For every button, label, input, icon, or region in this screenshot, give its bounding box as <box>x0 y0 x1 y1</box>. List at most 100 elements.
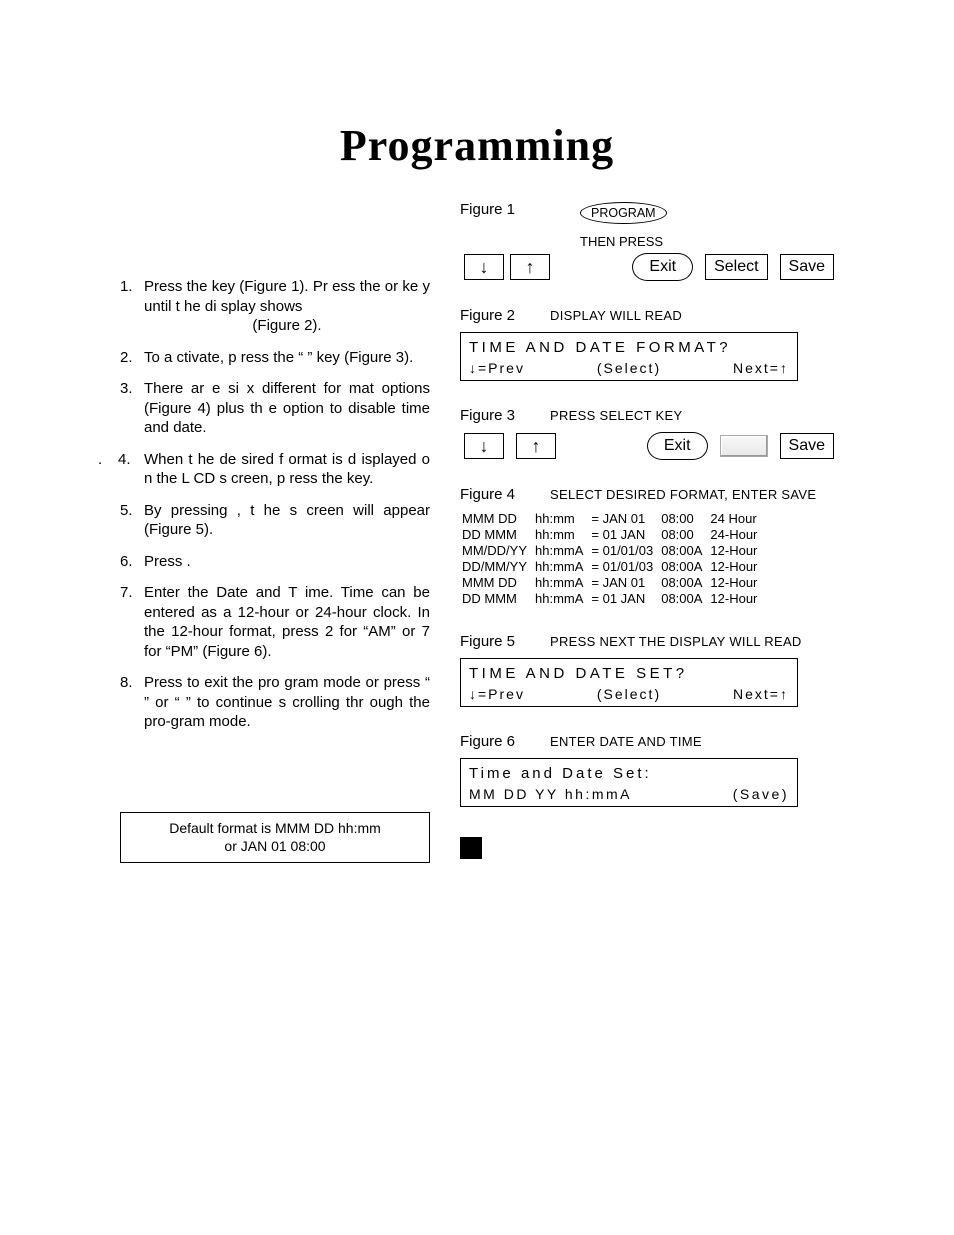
step-2-text: To a ctivate, p ress the “ ” key (Figure… <box>144 348 430 368</box>
lcd5-prev: ↓=Prev <box>469 686 525 702</box>
step-7-text: Enter the Date and T ime. Time can be en… <box>144 583 430 661</box>
down-arrow-button-icon: ↓ <box>464 254 504 280</box>
format-cell: 12-Hour <box>710 591 765 607</box>
select-placeholder-icon <box>720 435 768 457</box>
figure-5-label: Figure 5 <box>460 633 550 650</box>
figure-4-label: Figure 4 <box>460 486 550 503</box>
table-row: MMM DDhh:mmA= JAN 0108:00A12-Hour <box>462 575 765 591</box>
format-cell: MMM DD <box>462 511 535 527</box>
step-8-text: Press to exit the pro gram mode or press… <box>144 673 430 732</box>
format-cell: = 01/01/03 <box>591 543 661 559</box>
table-row: MMM DDhh:mm= JAN 0108:0024 Hour <box>462 511 765 527</box>
format-cell: MM/DD/YY <box>462 543 535 559</box>
exit-button-icon: Exit <box>647 432 708 460</box>
format-cell: = JAN 01 <box>591 511 661 527</box>
figure-3-caption: PRESS SELECT KEY <box>550 408 682 423</box>
table-row: DD/MM/YYhh:mmA= 01/01/0308:00A12-Hour <box>462 559 765 575</box>
format-cell: 08:00 <box>661 527 710 543</box>
lcd2-prev: ↓=Prev <box>469 360 525 376</box>
figure-3-label: Figure 3 <box>460 407 550 424</box>
format-cell: hh:mmA <box>535 543 591 559</box>
figure-4-caption: SELECT DESIRED FORMAT, ENTER SAVE <box>550 487 816 502</box>
format-cell: DD/MM/YY <box>462 559 535 575</box>
note-line1: Default format is MMM DD hh:mm <box>133 819 417 838</box>
format-cell: 08:00A <box>661 575 710 591</box>
figure-1: Figure 1 PROGRAM THEN PRESS ↓ ↑ Exit Sel… <box>460 201 834 281</box>
figure-1-label: Figure 1 <box>460 201 580 218</box>
figure-5-caption: PRESS NEXT THE DISPLAY WILL READ <box>550 634 802 649</box>
step-1: 1. Press the key (Figure 1). Pr ess the … <box>120 277 430 336</box>
figure-5: Figure 5 PRESS NEXT THE DISPLAY WILL REA… <box>460 633 834 707</box>
manual-page: Programming 1. Press the key (Figure 1).… <box>0 0 954 923</box>
step-4: . 4. When t he de sired f ormat is d isp… <box>98 450 430 489</box>
format-cell: = JAN 01 <box>591 575 661 591</box>
up-arrow-button-icon: ↑ <box>510 254 550 280</box>
page-title: Programming <box>120 120 834 171</box>
figure-6: Figure 6 ENTER DATE AND TIME Time and Da… <box>460 733 834 807</box>
format-cell: MMM DD <box>462 575 535 591</box>
step-1-text: Press the key (Figure 1). Pr ess the or … <box>144 278 430 315</box>
format-cell: hh:mmA <box>535 591 591 607</box>
up-arrow-button-icon: ↑ <box>516 433 556 459</box>
step-3-text: There ar e si x different for mat option… <box>144 379 430 438</box>
format-cell: 08:00A <box>661 543 710 559</box>
format-cell: DD MMM <box>462 527 535 543</box>
format-cell: 12-Hour <box>710 575 765 591</box>
figure-3: Figure 3 PRESS SELECT KEY ↓ ↑ Exit Save <box>460 407 834 460</box>
figure-2: Figure 2 DISPLAY WILL READ TIME AND DATE… <box>460 307 834 381</box>
save-button-icon: Save <box>780 433 834 459</box>
lcd-display-5: TIME AND DATE SET? ↓=Prev (Select) Next=… <box>460 658 798 707</box>
table-row: MM/DD/YYhh:mmA= 01/01/0308:00A12-Hour <box>462 543 765 559</box>
format-cell: hh:mmA <box>535 575 591 591</box>
table-row: DD MMMhh:mmA= 01 JAN08:00A12-Hour <box>462 591 765 607</box>
lcd2-next: Next=↑ <box>733 360 789 376</box>
format-cell: 08:00A <box>661 591 710 607</box>
lcd6-line2b: (Save) <box>733 786 789 802</box>
figure-4: Figure 4 SELECT DESIRED FORMAT, ENTER SA… <box>460 486 834 607</box>
lcd5-line1: TIME AND DATE SET? <box>469 665 789 682</box>
lcd2-line1: TIME AND DATE FORMAT? <box>469 339 789 356</box>
step-6: 6. Press . <box>120 552 430 572</box>
lcd6-line1: Time and Date Set: <box>469 765 789 782</box>
program-button-icon: PROGRAM <box>580 202 667 224</box>
format-cell: hh:mmA <box>535 559 591 575</box>
format-cell: 12-Hour <box>710 559 765 575</box>
format-cell: 24 Hour <box>710 511 765 527</box>
figure-2-caption: DISPLAY WILL READ <box>550 308 682 323</box>
format-cell: hh:mm <box>535 527 591 543</box>
step-4-dot: . <box>98 450 118 489</box>
step-5: 5. By pressing , t he s creen will appea… <box>120 501 430 540</box>
format-cell: 08:00A <box>661 559 710 575</box>
page-marker-icon <box>460 837 482 859</box>
lcd-display-2: TIME AND DATE FORMAT? ↓=Prev (Select) Ne… <box>460 332 798 381</box>
step-1b-text: (Figure 2). <box>144 316 430 336</box>
table-row: DD MMMhh:mm= 01 JAN08:0024-Hour <box>462 527 765 543</box>
lcd6-line2a: MM DD YY hh:mmA <box>469 786 632 802</box>
figure-6-label: Figure 6 <box>460 733 550 750</box>
format-cell: = 01/01/03 <box>591 559 661 575</box>
lcd5-next: Next=↑ <box>733 686 789 702</box>
step-4-text: When t he de sired f ormat is d isplayed… <box>144 450 430 489</box>
format-cell: 24-Hour <box>710 527 765 543</box>
format-cell: 08:00 <box>661 511 710 527</box>
exit-button-icon: Exit <box>632 253 693 281</box>
select-button-icon: Select <box>705 254 767 280</box>
steps-column: 1. Press the key (Figure 1). Pr ess the … <box>120 201 430 863</box>
step-3: 3. There ar e si x different for mat opt… <box>120 379 430 438</box>
step-5-text: By pressing , t he s creen will appear (… <box>144 501 430 540</box>
step-6-text: Press . <box>144 552 430 572</box>
format-cell: = 01 JAN <box>591 591 661 607</box>
format-table: MMM DDhh:mm= JAN 0108:0024 HourDD MMMhh:… <box>462 511 765 607</box>
step-2: 2. To a ctivate, p ress the “ ” key (Fig… <box>120 348 430 368</box>
figures-column: Figure 1 PROGRAM THEN PRESS ↓ ↑ Exit Sel… <box>460 201 834 863</box>
then-press-label: THEN PRESS <box>580 234 834 249</box>
lcd5-select: (Select) <box>597 686 661 702</box>
step-7: 7. Enter the Date and T ime. Time can be… <box>120 583 430 661</box>
figure-2-label: Figure 2 <box>460 307 550 324</box>
format-cell: 12-Hour <box>710 543 765 559</box>
lcd-display-6: Time and Date Set: MM DD YY hh:mmA (Save… <box>460 758 798 807</box>
format-cell: hh:mm <box>535 511 591 527</box>
default-format-note: Default format is MMM DD hh:mm or JAN 01… <box>120 812 430 864</box>
lcd2-select: (Select) <box>597 360 661 376</box>
format-cell: DD MMM <box>462 591 535 607</box>
